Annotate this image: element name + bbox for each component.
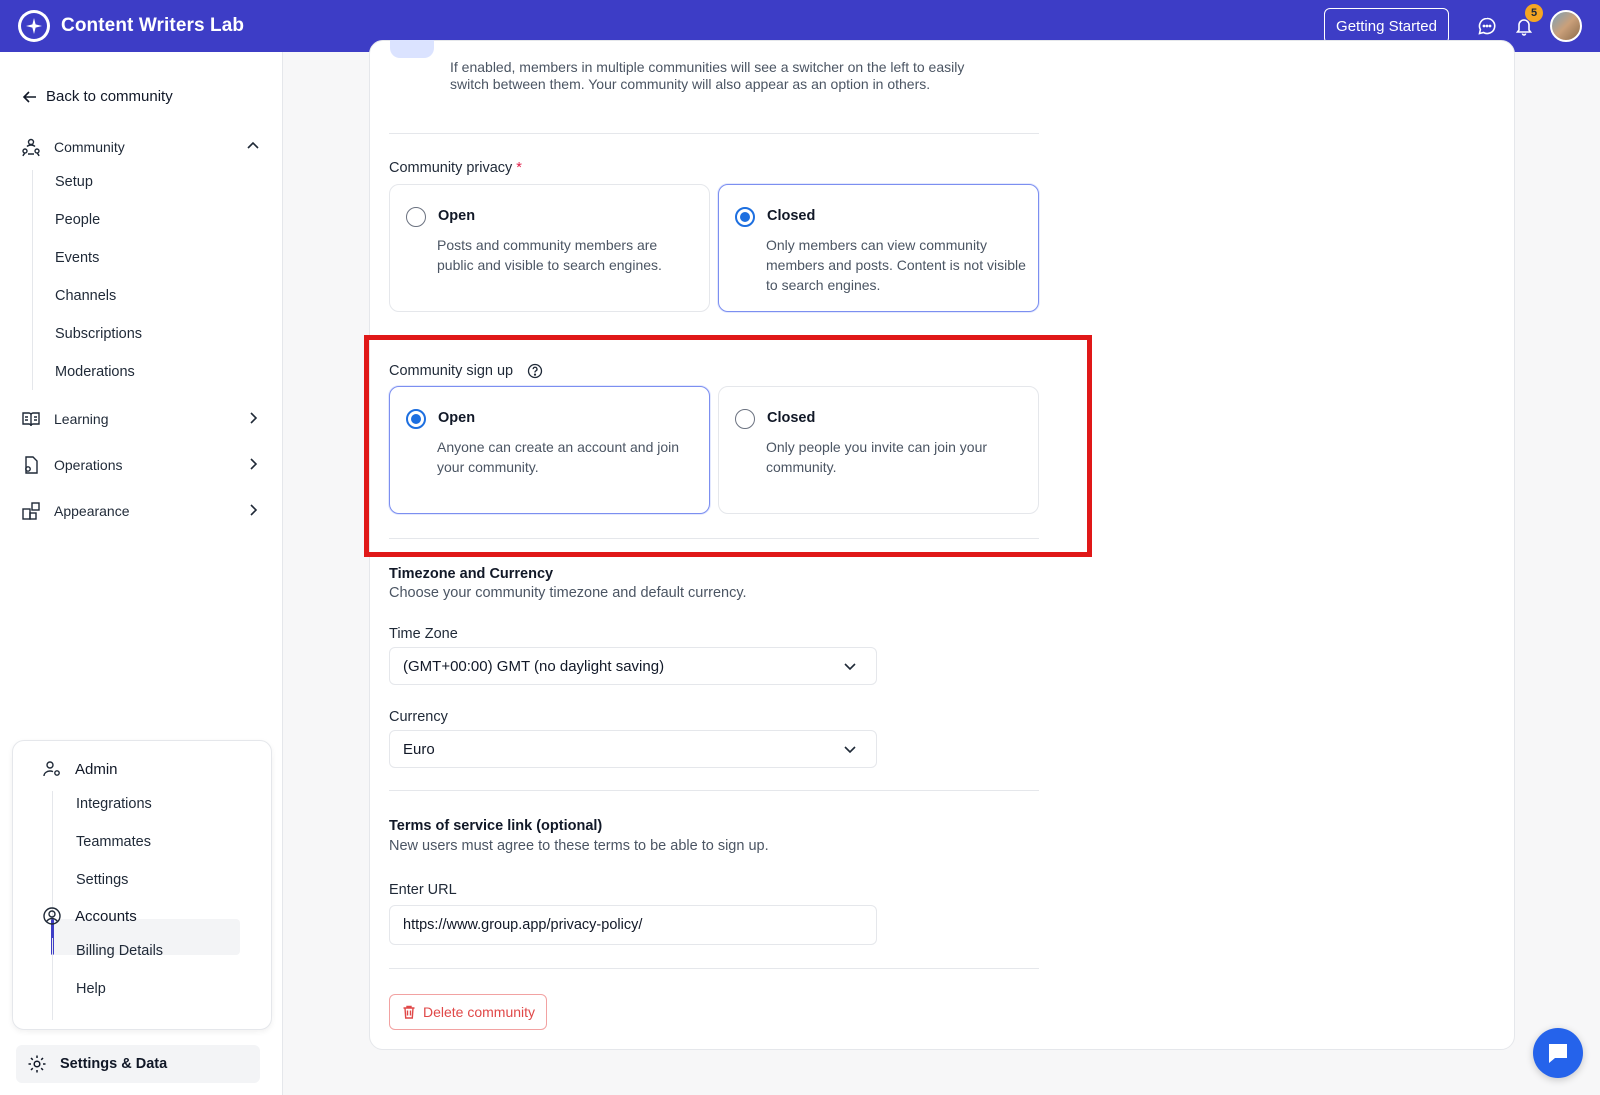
- community-icon: [20, 136, 42, 158]
- community-subnav-line: [32, 170, 33, 390]
- timezone-select[interactable]: (GMT+00:00) GMT (no daylight saving): [389, 647, 877, 685]
- terms-title: Terms of service link (optional): [389, 818, 603, 834]
- user-circle-icon: [41, 905, 63, 927]
- arrow-left-icon: [22, 90, 36, 103]
- switcher-description: If enabled, members in multiple communit…: [450, 59, 965, 92]
- sidebar-item-events[interactable]: Events: [55, 250, 99, 266]
- operations-label: Operations: [54, 457, 123, 473]
- chat-bubble-icon[interactable]: [1475, 14, 1499, 38]
- signup-open-title: Open: [438, 410, 476, 426]
- timezone-label: Time Zone: [389, 626, 458, 642]
- nav-operations[interactable]: Operations: [20, 454, 265, 476]
- shapes-icon: [20, 500, 42, 522]
- back-label: Back to community: [46, 88, 173, 105]
- settings-data-label: Settings & Data: [60, 1056, 168, 1072]
- sidebar-item-teammates[interactable]: Teammates: [76, 834, 151, 850]
- sidebar-item-channels[interactable]: Channels: [55, 288, 116, 304]
- accounts-label: Accounts: [75, 907, 137, 925]
- nav-admin[interactable]: Admin: [41, 758, 118, 780]
- currency-select[interactable]: Euro: [389, 730, 877, 768]
- privacy-closed-title: Closed: [767, 208, 816, 224]
- signup-closed-desc: Only people you invite can join your com…: [766, 439, 988, 475]
- chevron-down-icon: [842, 741, 858, 761]
- sidebar-item-setup[interactable]: Setup: [55, 174, 93, 190]
- delete-label: Delete community: [422, 1004, 536, 1020]
- signup-open-desc: Anyone can create an account and join yo…: [437, 439, 680, 475]
- chevron-right-icon[interactable]: [245, 502, 261, 521]
- signup-label-text: Community sign up: [389, 363, 514, 379]
- required-mark: *: [516, 160, 522, 176]
- privacy-label-text: Community privacy: [389, 160, 513, 176]
- community-switcher-toggle[interactable]: [390, 40, 434, 58]
- signup-closed-radio[interactable]: [735, 409, 755, 429]
- sidebar-item-people[interactable]: People: [55, 212, 100, 228]
- signup-label: Community sign up: [389, 363, 543, 379]
- learning-label: Learning: [54, 411, 109, 427]
- settings-data-button[interactable]: Settings & Data: [16, 1045, 260, 1083]
- signup-open-radio[interactable]: [406, 409, 426, 429]
- chevron-right-icon[interactable]: [245, 410, 261, 429]
- divider: [389, 133, 1039, 134]
- nav-appearance[interactable]: Appearance: [20, 500, 265, 522]
- url-label: Enter URL: [389, 882, 457, 898]
- help-circle-icon[interactable]: [527, 363, 543, 379]
- sidebar-item-settings[interactable]: Settings: [76, 872, 128, 888]
- privacy-closed-option[interactable]: Closed Only members can view community m…: [718, 184, 1039, 312]
- sparkle-icon: [21, 13, 47, 39]
- sidebar-item-billing-details[interactable]: Billing Details: [76, 943, 163, 959]
- document-gear-icon: [20, 454, 42, 476]
- notification-badge: 5: [1525, 4, 1543, 22]
- privacy-open-option[interactable]: Open Posts and community members are pub…: [389, 184, 710, 312]
- admin-panel: Admin Integrations Teammates Settings Ac…: [12, 740, 272, 1030]
- terms-subtitle: New users must agree to these terms to b…: [389, 838, 769, 854]
- timezone-value: (GMT+00:00) GMT (no daylight saving): [403, 657, 665, 675]
- app-logo[interactable]: [18, 10, 50, 42]
- nav-learning[interactable]: Learning: [20, 408, 265, 430]
- privacy-closed-desc: Only members can view community members …: [766, 237, 1026, 293]
- sidebar-item-moderations[interactable]: Moderations: [55, 364, 135, 380]
- book-icon: [20, 408, 42, 430]
- signup-closed-option[interactable]: Closed Only people you invite can join y…: [718, 386, 1039, 514]
- divider: [389, 968, 1039, 969]
- divider: [389, 790, 1039, 791]
- privacy-closed-radio[interactable]: [735, 207, 755, 227]
- accounts-subnav-line: [52, 938, 53, 1020]
- chevron-up-icon[interactable]: [245, 138, 261, 157]
- currency-value: Euro: [403, 740, 435, 758]
- privacy-open-radio[interactable]: [406, 207, 426, 227]
- delete-community-button[interactable]: Delete community: [389, 994, 547, 1030]
- terms-url-input[interactable]: [389, 905, 877, 945]
- appearance-label: Appearance: [54, 503, 130, 519]
- privacy-open-desc: Posts and community members are public a…: [437, 237, 662, 273]
- back-to-community-link[interactable]: Back to community: [22, 88, 173, 105]
- app-title[interactable]: Content Writers Lab: [61, 15, 244, 37]
- nav-accounts[interactable]: Accounts: [41, 905, 137, 927]
- chevron-down-icon: [842, 658, 858, 678]
- community-label: Community: [54, 139, 125, 155]
- signup-open-option[interactable]: Open Anyone can create an account and jo…: [389, 386, 710, 514]
- sidebar-item-help[interactable]: Help: [76, 981, 106, 997]
- tz-currency-subtitle: Choose your community timezone and defau…: [389, 585, 747, 601]
- nav-community[interactable]: Community: [20, 136, 265, 158]
- privacy-open-title: Open: [438, 208, 476, 224]
- sidebar-item-integrations[interactable]: Integrations: [76, 796, 152, 812]
- sidebar: Back to community Community Setup People…: [0, 52, 283, 1095]
- admin-label: Admin: [75, 760, 118, 778]
- signup-closed-title: Closed: [767, 410, 816, 426]
- privacy-label: Community privacy *: [389, 160, 522, 176]
- admin-subnav-line: [52, 791, 53, 921]
- currency-label: Currency: [389, 709, 448, 725]
- user-avatar[interactable]: [1550, 10, 1582, 42]
- user-gear-icon: [41, 758, 63, 780]
- chevron-right-icon[interactable]: [245, 456, 261, 475]
- tz-currency-title: Timezone and Currency: [389, 566, 554, 582]
- trash-icon: [401, 1004, 417, 1020]
- sidebar-item-subscriptions[interactable]: Subscriptions: [55, 326, 142, 342]
- getting-started-button[interactable]: Getting Started: [1324, 8, 1449, 44]
- chat-launcher-button[interactable]: [1533, 1028, 1583, 1078]
- gear-icon: [26, 1053, 48, 1075]
- divider: [389, 538, 1039, 539]
- chat-icon: [1545, 1040, 1571, 1066]
